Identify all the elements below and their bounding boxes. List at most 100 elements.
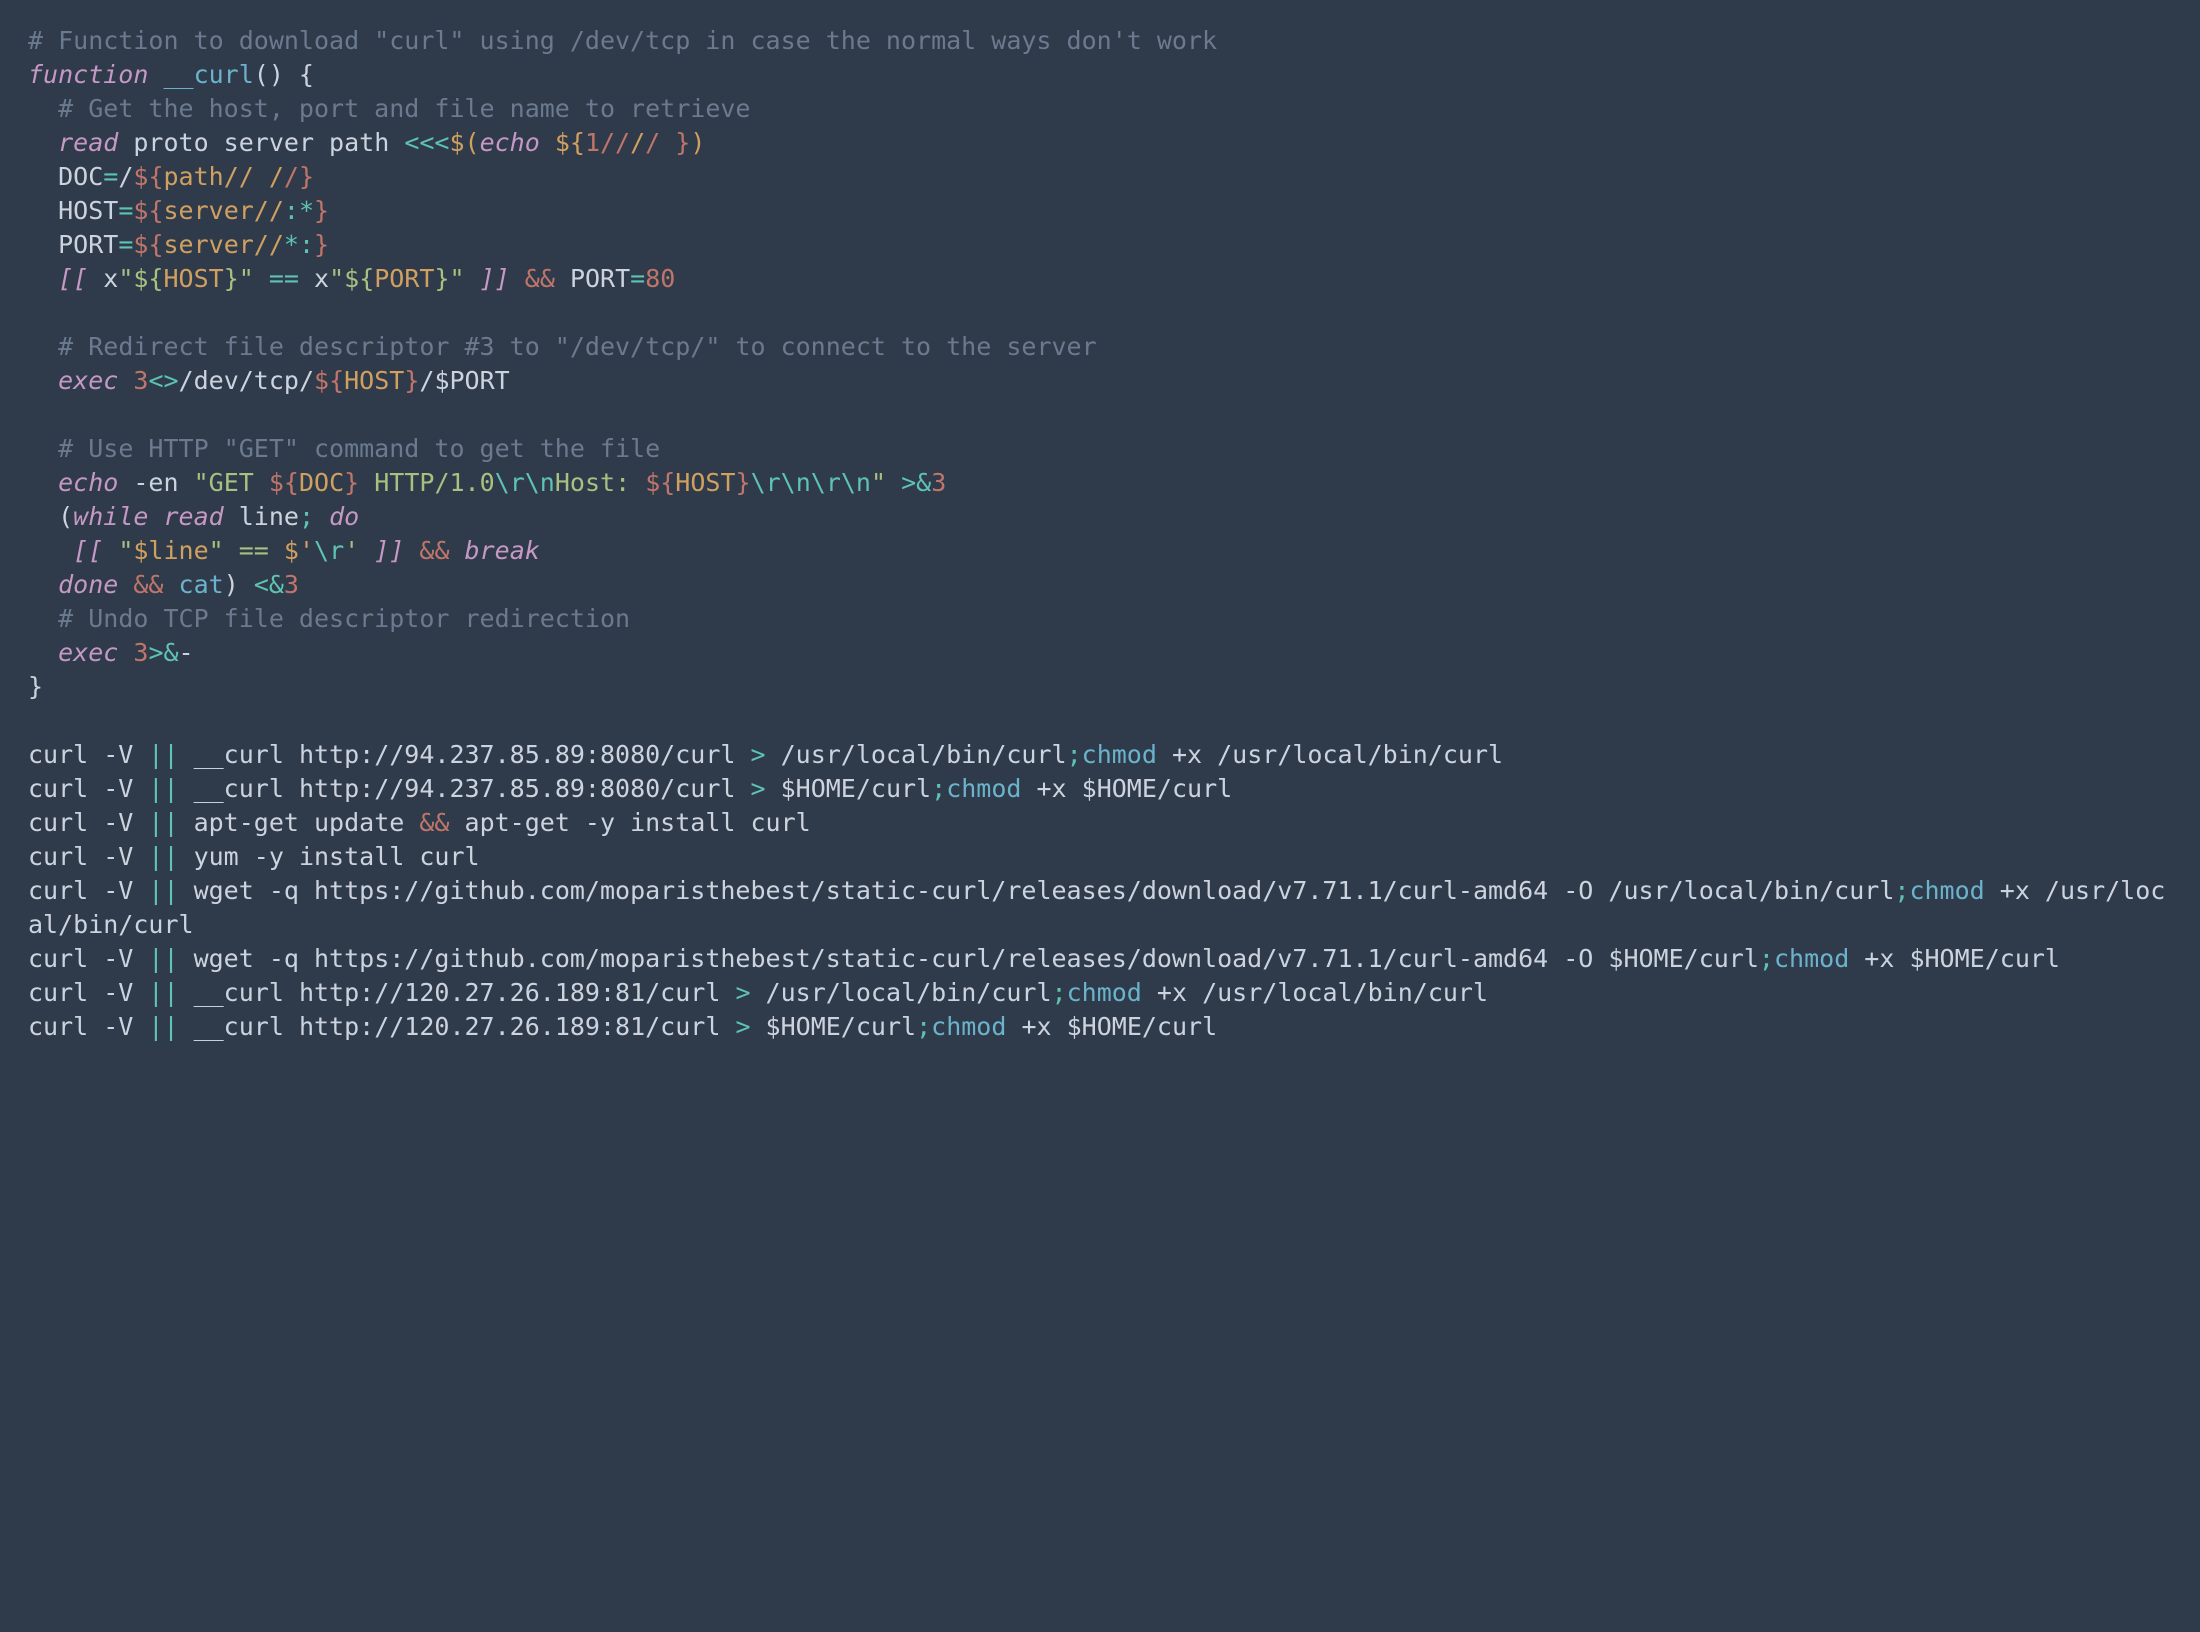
str-close: }" [224,264,254,293]
or-op: || [148,808,178,837]
keyword-break: break [450,536,540,565]
cmd-chmod: chmod [1067,978,1142,1007]
var-server: server// [164,196,284,225]
path: /dev/tcp/ [179,366,314,395]
cmd: __curl http://94.237.85.89:8080/curl [179,774,751,803]
or-op: || [148,944,178,973]
brace-close: } [344,468,359,497]
or-op: || [148,978,178,1007]
var-open: ${ [540,128,585,157]
punct: () { [254,60,314,89]
keyword-function: function [28,60,148,89]
redir: >& [886,468,931,497]
brace-open: ${ [133,162,163,191]
literal: x [88,264,118,293]
cmd-line: curl -V [28,978,148,1007]
brace-close: } [404,366,419,395]
escape: \r [314,536,344,565]
or-op: || [148,774,178,803]
escape: \r\n\r\n [751,468,871,497]
cmd: apt-get update [179,808,420,837]
comment-line: # Use HTTP "GET" command to get the file [28,434,660,463]
var-port: PORT [28,230,118,259]
semi: ; [1759,944,1774,973]
path: /usr/local/bin/curl [751,978,1052,1007]
brace-close: } [28,672,43,701]
and-op: && [404,536,449,565]
dash: - [179,638,194,667]
var-port: PORT [555,264,630,293]
vars: proto server path [118,128,404,157]
or-op: || [148,842,178,871]
cmd: apt-get -y install curl [449,808,810,837]
cmd-chmod: chmod [1774,944,1849,973]
paren: ( [28,502,73,531]
var-doc: DOC [299,468,344,497]
subst-close: ) [690,128,705,157]
test-close: ]] [465,264,510,293]
code-block: # Function to download "curl" using /dev… [0,0,2200,1068]
builtin-exec: exec [28,638,118,667]
fd: 3 [118,638,148,667]
var-host: HOST [344,366,404,395]
param: 1// [585,128,630,157]
heredoc-op: <<< [404,128,449,157]
cmd-line: curl -V [28,842,148,871]
or-op: || [148,1012,178,1041]
builtin-read: read [148,502,223,531]
literal: x [314,264,329,293]
brace-close: } [314,196,329,225]
redir: <& [254,570,284,599]
args: +x /usr/local/bin/curl [1157,740,1503,769]
builtin-echo: echo [480,128,540,157]
dollar-quote: $' [284,536,314,565]
cmd-line: curl -V [28,740,148,769]
subst-open: $( [449,128,479,157]
cmd-chmod: chmod [946,774,1021,803]
cmd-line: curl -V [28,944,148,973]
str-open: "${ [329,264,374,293]
semi: ; [1067,740,1082,769]
redir: > [750,740,765,769]
var-port: PORT [374,264,434,293]
var-path: path// / [164,162,284,191]
var-host: HOST [675,468,735,497]
assign: = [118,196,133,225]
builtin-echo: echo [28,468,118,497]
fd: 3 [931,468,946,497]
eq-op: == [254,264,314,293]
cmd: __curl http://94.237.85.89:8080/curl [179,740,751,769]
brace-open: ${ [269,468,299,497]
redir: > [735,1012,750,1041]
path: $HOME/curl [766,774,932,803]
comment-line: # Undo TCP file descriptor redirection [28,604,630,633]
keyword-do: do [314,502,359,531]
cmd-chmod: chmod [1909,876,1984,905]
builtin-read: read [28,128,118,157]
or-op: || [148,740,178,769]
str: " [871,468,886,497]
path: $HOME/curl [751,1012,917,1041]
num: 80 [645,264,675,293]
var-server: server// [164,230,284,259]
str: Host: [555,468,645,497]
brace-open: ${ [645,468,675,497]
semi: ; [916,1012,931,1041]
keyword-while: while [73,502,148,531]
cmd: wget -q https://github.com/moparisthebes… [179,876,1895,905]
cmd-line: curl -V [28,808,148,837]
cmd-cat: cat [163,570,223,599]
args: +x $HOME/curl [1021,774,1232,803]
args: +x $HOME/curl [1849,944,2060,973]
semi: ; [931,774,946,803]
cmd-line: curl -V [28,876,148,905]
comment-line: # Redirect file descriptor #3 to "/dev/t… [28,332,1097,361]
or-op: || [148,876,178,905]
semi: ; [1894,876,1909,905]
escape: \r\n [495,468,555,497]
cmd: yum -y install curl [179,842,480,871]
cmd-line: curl -V [28,1012,148,1041]
flag: -en [118,468,193,497]
brace-close: } [314,230,329,259]
brace-open: ${ [133,230,163,259]
